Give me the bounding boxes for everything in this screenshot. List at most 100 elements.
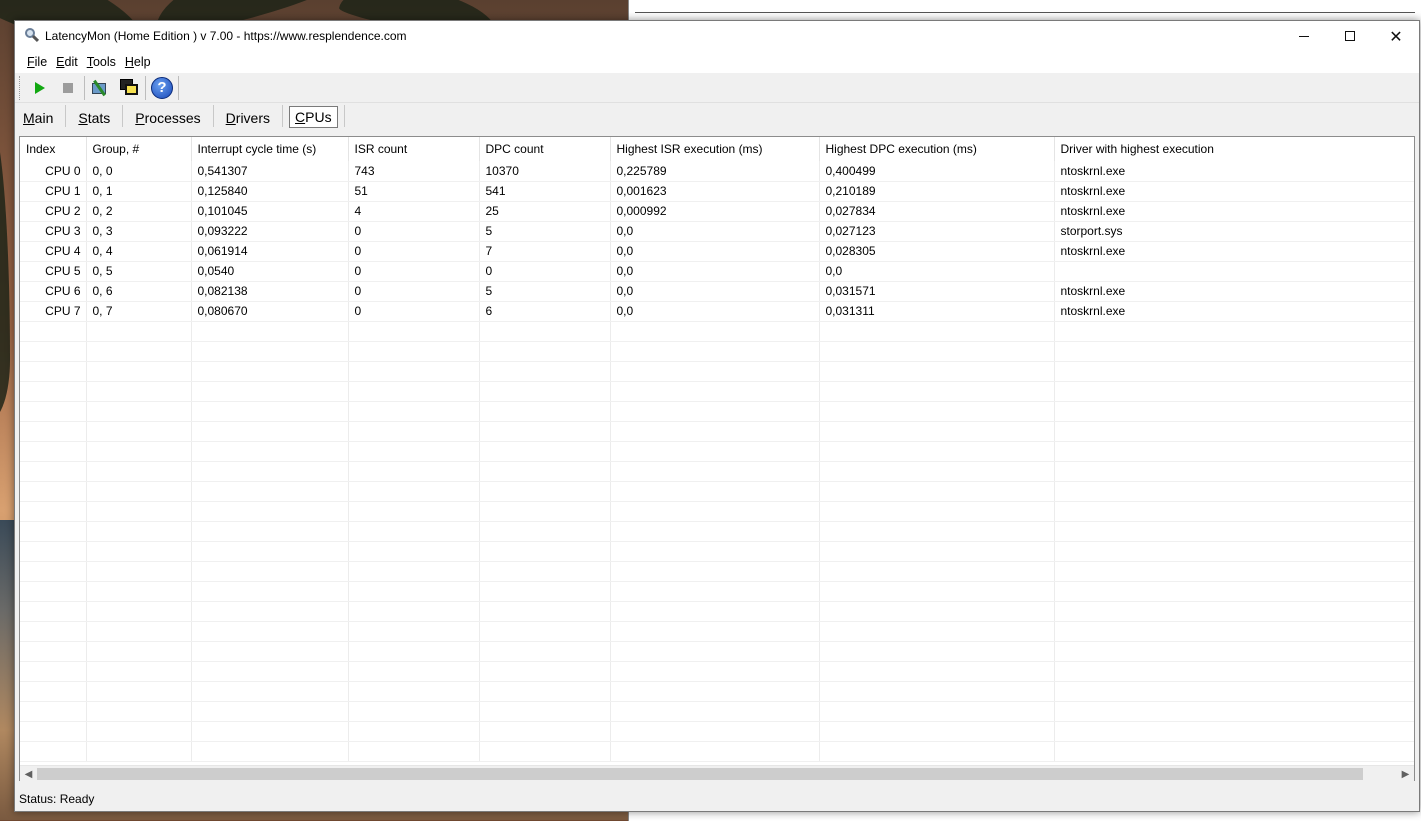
stop-monitor-button[interactable] <box>54 75 82 101</box>
cell-highest-isr: 0,001623 <box>610 181 820 202</box>
empty-cell <box>819 421 1055 442</box>
cell-group: 0, 2 <box>86 201 192 222</box>
cell-index: CPU 3 <box>20 221 87 242</box>
empty-cell <box>86 381 192 402</box>
driver-wizard-icon <box>90 77 112 99</box>
cell-highest-isr: 0,0 <box>610 281 820 302</box>
table-row[interactable]: CPU 2 0, 2 0,101045 4 25 0,000992 0,027834 ntos… <box>20 201 1414 222</box>
cell-highest-dpc: 0,400499 <box>819 161 1055 182</box>
title-bar[interactable]: LatencyMon (Home Edition ) v 7.00 - http… <box>15 21 1419 51</box>
windows-button[interactable] <box>115 75 143 101</box>
table-row[interactable]: CPU 5 0, 5 0,0540 0 0 0,0 0,0 <box>20 261 1414 282</box>
tab-cpus[interactable]: C PUs <box>289 106 338 128</box>
empty-cell <box>20 381 87 402</box>
empty-cell <box>819 441 1055 462</box>
empty-cell <box>1054 581 1414 602</box>
column-header-highest-dpc[interactable]: Highest DPC execution (ms) <box>819 137 1055 161</box>
column-header-isr-count[interactable]: ISR count <box>348 137 480 161</box>
empty-cell <box>20 601 87 622</box>
toolbar-grip[interactable] <box>19 75 22 100</box>
empty-row <box>20 661 1414 682</box>
cell-group: 0, 4 <box>86 241 192 262</box>
empty-cell <box>610 641 820 662</box>
empty-row <box>20 461 1414 482</box>
empty-cell <box>191 601 349 622</box>
empty-row <box>20 561 1414 582</box>
empty-cell <box>86 621 192 642</box>
empty-cell <box>86 561 192 582</box>
scroll-left-arrow-icon[interactable]: ◀ <box>20 766 37 782</box>
table-row[interactable]: CPU 1 0, 1 0,125840 51 541 0,001623 0,210189 nt… <box>20 181 1414 202</box>
empty-cell <box>191 461 349 482</box>
table-row[interactable]: CPU 6 0, 6 0,082138 0 5 0,0 0,031571 ntoskrnl.e… <box>20 281 1414 302</box>
cell-interrupt-cycle-time: 0,080670 <box>191 301 349 322</box>
tab-main[interactable]: Main <box>17 105 59 129</box>
maximize-button[interactable] <box>1327 21 1373 51</box>
table-row[interactable]: CPU 7 0, 7 0,080670 0 6 0,0 0,031311 ntoskrnl.e… <box>20 301 1414 322</box>
empty-cell <box>1054 381 1414 402</box>
tab-processes[interactable]: Processes <box>129 105 206 129</box>
empty-cell <box>610 681 820 702</box>
menu-help[interactable]: Help <box>121 55 155 69</box>
column-header-dpc-count[interactable]: DPC count <box>479 137 611 161</box>
empty-cell <box>1054 481 1414 502</box>
empty-cell <box>610 501 820 522</box>
empty-cell <box>819 501 1055 522</box>
cell-highest-isr: 0,0 <box>610 221 820 242</box>
scroll-right-arrow-icon[interactable]: ▶ <box>1397 766 1414 782</box>
tab-drivers[interactable]: Drivers <box>220 105 276 129</box>
empty-cell <box>86 501 192 522</box>
cell-highest-dpc: 0,031311 <box>819 301 1055 322</box>
empty-cell <box>479 601 611 622</box>
toolbar-separator <box>84 75 85 100</box>
close-icon: ✕ <box>1389 26 1403 46</box>
empty-cell <box>1054 641 1414 662</box>
empty-cell <box>479 621 611 642</box>
empty-cell <box>1054 541 1414 562</box>
cpu-list-view[interactable]: Index Group, # Interrupt cycle time (s) … <box>19 136 1415 781</box>
driver-wizard-button[interactable] <box>87 75 115 101</box>
empty-row <box>20 581 1414 602</box>
empty-cell <box>610 361 820 382</box>
cell-highest-dpc: 0,210189 <box>819 181 1055 202</box>
column-header-interrupt-cycle-time[interactable]: Interrupt cycle time (s) <box>191 137 349 161</box>
cell-interrupt-cycle-time: 0,0540 <box>191 261 349 282</box>
table-row[interactable]: CPU 0 0, 0 0,541307 743 10370 0,225789 0,40049… <box>20 161 1414 182</box>
empty-cell <box>348 721 480 742</box>
start-monitor-button[interactable] <box>26 75 54 101</box>
column-header-group[interactable]: Group, # <box>86 137 192 161</box>
empty-cell <box>191 441 349 462</box>
empty-cell <box>819 681 1055 702</box>
horizontal-scrollbar[interactable]: ◀ ▶ <box>20 765 1414 781</box>
empty-cell <box>86 521 192 542</box>
cell-isr-count: 743 <box>348 161 480 182</box>
close-button[interactable]: ✕ <box>1373 21 1419 51</box>
empty-cell <box>20 641 87 662</box>
menu-file[interactable]: File <box>23 55 51 69</box>
empty-cell <box>20 621 87 642</box>
help-button[interactable]: ? <box>148 75 176 101</box>
empty-cell <box>20 541 87 562</box>
empty-cell <box>610 421 820 442</box>
cell-highest-isr: 0,000992 <box>610 201 820 222</box>
empty-cell <box>479 521 611 542</box>
empty-cell <box>479 481 611 502</box>
empty-cell <box>1054 401 1414 422</box>
table-row[interactable]: CPU 4 0, 4 0,061914 0 7 0,0 0,028305 ntoskrnl.e… <box>20 241 1414 262</box>
status-text: Status: Ready <box>19 792 95 806</box>
cell-index: CPU 6 <box>20 281 87 302</box>
empty-row <box>20 481 1414 502</box>
empty-cell <box>86 321 192 342</box>
scrollbar-thumb[interactable] <box>37 768 1363 780</box>
menu-edit[interactable]: Edit <box>52 55 82 69</box>
tab-stats[interactable]: Stats <box>72 105 116 129</box>
column-header-driver[interactable]: Driver with highest execution <box>1054 137 1414 161</box>
empty-cell <box>20 441 87 462</box>
empty-cell <box>191 621 349 642</box>
column-header-index[interactable]: Index <box>20 137 87 161</box>
menu-tools[interactable]: Tools <box>83 55 120 69</box>
table-row[interactable]: CPU 3 0, 3 0,093222 0 5 0,0 0,027123 storport.s… <box>20 221 1414 242</box>
column-header-highest-isr[interactable]: Highest ISR execution (ms) <box>610 137 820 161</box>
minimize-button[interactable] <box>1281 21 1327 51</box>
cell-driver: storport.sys <box>1054 221 1414 242</box>
